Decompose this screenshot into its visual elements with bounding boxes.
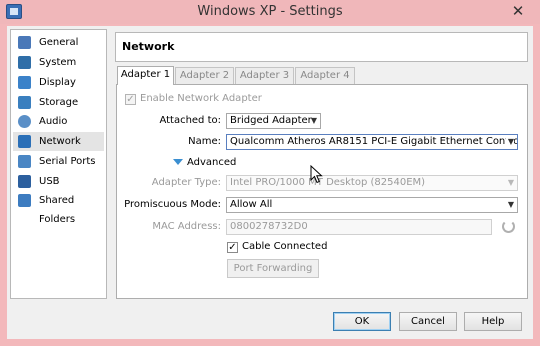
dialog-client-area: General System Display Storage Audio Net…: [7, 26, 533, 339]
network-icon: [18, 135, 31, 148]
enable-adapter-checkbox[interactable]: ✓: [125, 94, 136, 105]
sidebar-item-label: Network: [39, 136, 81, 147]
attached-to-label: Attached to:: [159, 115, 221, 126]
section-header: Network: [115, 32, 528, 62]
sidebar-item-audio[interactable]: Audio: [13, 112, 104, 131]
sidebar-item-label: USB: [39, 176, 60, 187]
adapter-name-dropdown[interactable]: Qualcomm Atheros AR8151 PCI-E Gigabit Et…: [226, 134, 518, 150]
ok-button[interactable]: OK: [333, 312, 391, 331]
sidebar-item-label: System: [39, 57, 77, 68]
sidebar-item-system[interactable]: System: [13, 53, 104, 72]
sidebar-item-display[interactable]: Display: [13, 73, 104, 92]
port-forwarding-button[interactable]: Port Forwarding: [227, 259, 319, 278]
enable-adapter-label: Enable Network Adapter: [140, 93, 262, 104]
adapter-type-value: Intel PRO/1000 MT Desktop (82540EM): [230, 177, 426, 188]
serial-ports-icon: [18, 155, 31, 168]
name-label: Name:: [188, 136, 221, 147]
refresh-mac-icon[interactable]: [502, 220, 515, 233]
shared-folders-icon: [18, 194, 31, 207]
sidebar-item-general[interactable]: General: [13, 33, 104, 52]
cable-connected-checkbox[interactable]: ✓: [227, 242, 238, 253]
sidebar-item-label: Storage: [39, 97, 79, 108]
tab-adapter-1[interactable]: Adapter 1: [117, 66, 174, 85]
sidebar-item-shared-folders[interactable]: Shared Folders: [13, 191, 104, 225]
title-bar[interactable]: Windows XP - Settings ✕: [0, 0, 540, 24]
mac-address-label: MAC Address:: [152, 221, 221, 232]
page-title: Network: [122, 40, 175, 53]
attached-to-dropdown[interactable]: Bridged Adapter ▼: [226, 113, 321, 129]
help-button[interactable]: Help: [464, 312, 522, 331]
close-button[interactable]: ✕: [504, 2, 532, 20]
adapter-settings-panel: ✓ Enable Network Adapter Attached to: Br…: [116, 84, 528, 299]
chevron-down-icon: ▼: [507, 200, 514, 209]
cable-connected-label: Cable Connected: [242, 241, 328, 252]
sidebar-item-label: General: [39, 37, 79, 48]
chevron-down-icon: ▼: [310, 116, 317, 125]
display-icon: [18, 76, 31, 89]
adapter-type-label: Adapter Type:: [151, 177, 221, 188]
chevron-down-icon: ▼: [507, 178, 514, 187]
mouse-cursor-icon: [310, 165, 323, 184]
promiscuous-mode-dropdown[interactable]: Allow All ▼: [226, 197, 518, 213]
promiscuous-mode-label: Promiscuous Mode:: [124, 199, 221, 210]
sidebar-item-storage[interactable]: Storage: [13, 93, 104, 112]
settings-category-list: General System Display Storage Audio Net…: [10, 29, 107, 299]
adapter-name-value: Qualcomm Atheros AR8151 PCI-E Gigabit Et…: [230, 136, 517, 147]
sidebar-item-label: Shared Folders: [39, 195, 76, 225]
cancel-button[interactable]: Cancel: [399, 312, 457, 331]
general-icon: [18, 36, 31, 49]
chevron-down-icon: ▼: [505, 135, 514, 149]
sidebar-item-label: Display: [39, 77, 76, 88]
tab-adapter-3[interactable]: Adapter 3: [235, 67, 294, 84]
audio-icon: [18, 115, 31, 128]
adapter-type-dropdown[interactable]: Intel PRO/1000 MT Desktop (82540EM) ▼: [226, 175, 518, 191]
system-icon: [18, 56, 31, 69]
attached-to-value: Bridged Adapter: [230, 115, 312, 126]
usb-icon: [18, 175, 31, 188]
sidebar-item-network[interactable]: Network: [13, 132, 104, 151]
settings-window: Windows XP - Settings ✕ General System D…: [0, 0, 540, 346]
sidebar-item-label: Serial Ports: [39, 156, 96, 167]
sidebar-item-label: Audio: [39, 116, 68, 127]
sidebar-item-usb[interactable]: USB: [13, 172, 104, 191]
promiscuous-mode-value: Allow All: [230, 199, 273, 210]
expand-triangle-icon[interactable]: [173, 159, 183, 165]
window-title: Windows XP - Settings: [197, 4, 343, 19]
sidebar-item-serial-ports[interactable]: Serial Ports: [13, 152, 104, 171]
tab-adapter-4[interactable]: Adapter 4: [295, 67, 355, 84]
tab-adapter-2[interactable]: Adapter 2: [175, 67, 234, 84]
storage-icon: [18, 96, 31, 109]
mac-address-field[interactable]: 0800278732D0: [226, 219, 492, 235]
advanced-toggle[interactable]: Advanced: [187, 157, 236, 168]
